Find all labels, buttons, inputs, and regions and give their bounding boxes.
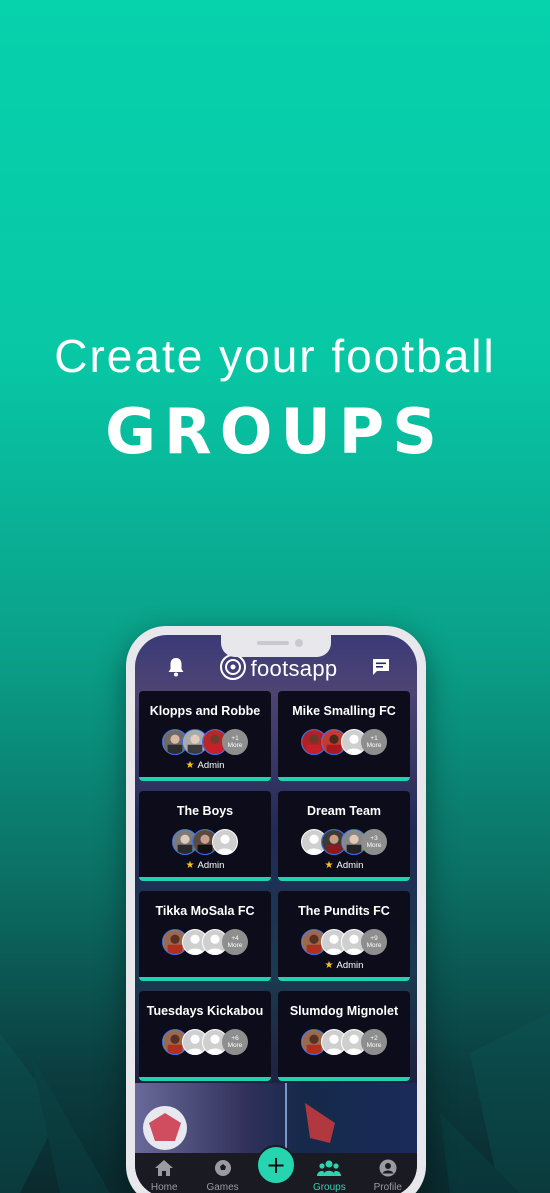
- star-icon: ★: [185, 760, 195, 771]
- more-members-badge[interactable]: +6 More: [222, 1029, 248, 1055]
- more-members-badge[interactable]: +1 More: [222, 729, 248, 755]
- more-members-badge[interactable]: +1 More: [361, 729, 387, 755]
- member-avatars: +3 More: [278, 829, 410, 855]
- headline-line2: GROUPS: [105, 395, 445, 468]
- phone-frame: footsapp Klopps and Robbe +1 More ★ Admin …: [126, 626, 426, 1193]
- tab-home[interactable]: Home: [139, 1159, 189, 1193]
- admin-badge: ★ Admin: [185, 760, 225, 771]
- add-button[interactable]: +: [256, 1145, 296, 1185]
- group-name: The Boys: [176, 804, 234, 818]
- member-avatars: +1 More: [278, 729, 410, 755]
- group-card[interactable]: Tikka MoSala FC +4 More: [139, 891, 271, 981]
- logo-text: footsapp: [250, 656, 338, 681]
- group-name: Dream Team: [306, 804, 382, 818]
- admin-badge: ★ Admin: [324, 960, 364, 971]
- group-card[interactable]: The Pundits FC +9 More ★ Admin: [278, 891, 410, 981]
- home-icon: [154, 1159, 174, 1180]
- tab-profile[interactable]: Profile: [363, 1159, 413, 1193]
- group-card[interactable]: Klopps and Robbe +1 More ★ Admin: [139, 691, 271, 781]
- more-members-badge[interactable]: +4 More: [222, 929, 248, 955]
- phone-notch: [221, 635, 331, 657]
- more-members-badge[interactable]: +2 More: [361, 1029, 387, 1055]
- member-avatars: +1 More: [139, 729, 271, 755]
- background-photo: [135, 1083, 417, 1153]
- group-card[interactable]: Dream Team +3 More ★ Admin: [278, 791, 410, 881]
- star-icon: ★: [185, 860, 195, 871]
- member-avatars: [139, 829, 271, 855]
- logo-mark-icon: [219, 653, 247, 685]
- chat-icon[interactable]: [371, 658, 391, 680]
- member-avatars: +4 More: [139, 929, 271, 955]
- plus-icon: +: [265, 1151, 287, 1179]
- star-icon: ★: [324, 960, 334, 971]
- group-name: Tikka MoSala FC: [155, 904, 255, 918]
- headline: Create your football GROUPS: [0, 328, 550, 472]
- more-members-badge[interactable]: +9 More: [361, 929, 387, 955]
- groups-grid: Klopps and Robbe +1 More ★ Admin Mike Smal…: [139, 691, 413, 1081]
- phone-screen: footsapp Klopps and Robbe +1 More ★ Admin …: [135, 635, 417, 1193]
- avatar-placeholder: [212, 829, 238, 855]
- member-avatars: +6 More: [139, 1029, 271, 1055]
- star-icon: ★: [324, 860, 334, 871]
- member-avatars: +9 More: [278, 929, 410, 955]
- group-name: Klopps and Robbe: [149, 704, 261, 718]
- group-name: Mike Smalling FC: [292, 704, 396, 718]
- admin-badge: ★ Admin: [324, 860, 364, 871]
- profile-icon: [379, 1159, 397, 1180]
- admin-badge: ★ Admin: [185, 860, 225, 871]
- group-card[interactable]: The Boys ★ Admin: [139, 791, 271, 881]
- group-card[interactable]: Tuesdays Kickabou +6 More: [139, 991, 271, 1081]
- group-name: Tuesdays Kickabou: [146, 1004, 264, 1018]
- group-name: Slumdog Mignolet: [289, 1004, 399, 1018]
- group-card[interactable]: Mike Smalling FC +1 More: [278, 691, 410, 781]
- group-name: The Pundits FC: [298, 904, 390, 918]
- bell-icon[interactable]: [167, 657, 185, 681]
- member-avatars: +2 More: [278, 1029, 410, 1055]
- more-members-badge[interactable]: +3 More: [361, 829, 387, 855]
- group-card[interactable]: Slumdog Mignolet +2 More: [278, 991, 410, 1081]
- soccer-ball-icon: [214, 1159, 232, 1180]
- headline-line1: Create your football: [54, 330, 496, 382]
- tab-groups[interactable]: Groups: [304, 1159, 354, 1193]
- app-logo: footsapp: [219, 653, 338, 685]
- groups-icon: [317, 1159, 342, 1180]
- tab-games[interactable]: Games: [198, 1159, 248, 1193]
